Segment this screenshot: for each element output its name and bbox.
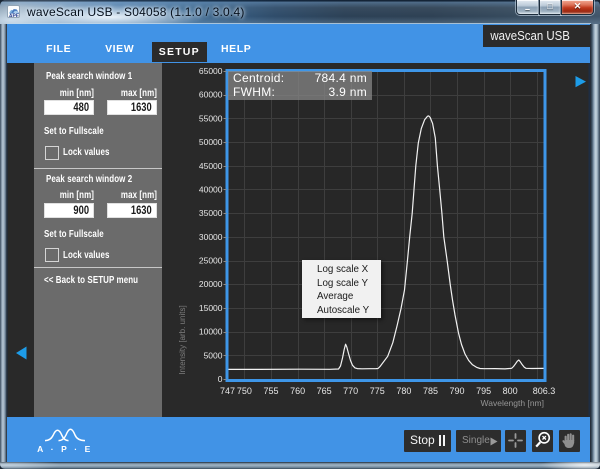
svg-text:0: 0 — [218, 374, 223, 384]
svg-text:50000: 50000 — [199, 137, 223, 147]
svg-text:APE: APE — [9, 13, 20, 18]
svg-text:10000: 10000 — [199, 327, 223, 337]
svg-text:35000: 35000 — [199, 208, 223, 218]
svg-text:800: 800 — [503, 386, 518, 396]
svg-text:795: 795 — [476, 386, 491, 396]
svg-text:790: 790 — [449, 386, 464, 396]
svg-text:747: 747 — [220, 386, 235, 396]
svg-text:55000: 55000 — [199, 113, 223, 123]
svg-text:40000: 40000 — [199, 185, 223, 195]
svg-text:Intensity [arb. units]: Intensity [arb. units] — [178, 305, 187, 374]
svg-text:760: 760 — [290, 386, 305, 396]
svg-text:770: 770 — [343, 386, 358, 396]
svg-text:780: 780 — [396, 386, 411, 396]
svg-text:806.3: 806.3 — [533, 386, 556, 396]
svg-text:20000: 20000 — [199, 279, 223, 289]
svg-text:5000: 5000 — [204, 350, 223, 360]
svg-text:60000: 60000 — [199, 90, 223, 100]
svg-text:25000: 25000 — [199, 256, 223, 266]
svg-text:785: 785 — [423, 386, 438, 396]
svg-text:750: 750 — [237, 386, 252, 396]
svg-text:765: 765 — [317, 386, 332, 396]
svg-text:775: 775 — [370, 386, 385, 396]
svg-text:30000: 30000 — [199, 232, 223, 242]
svg-text:Wavelength [nm]: Wavelength [nm] — [481, 398, 544, 408]
svg-text:45000: 45000 — [199, 161, 223, 171]
svg-text:15000: 15000 — [199, 303, 223, 313]
svg-text:755: 755 — [263, 386, 278, 396]
svg-text:65000: 65000 — [199, 66, 223, 76]
